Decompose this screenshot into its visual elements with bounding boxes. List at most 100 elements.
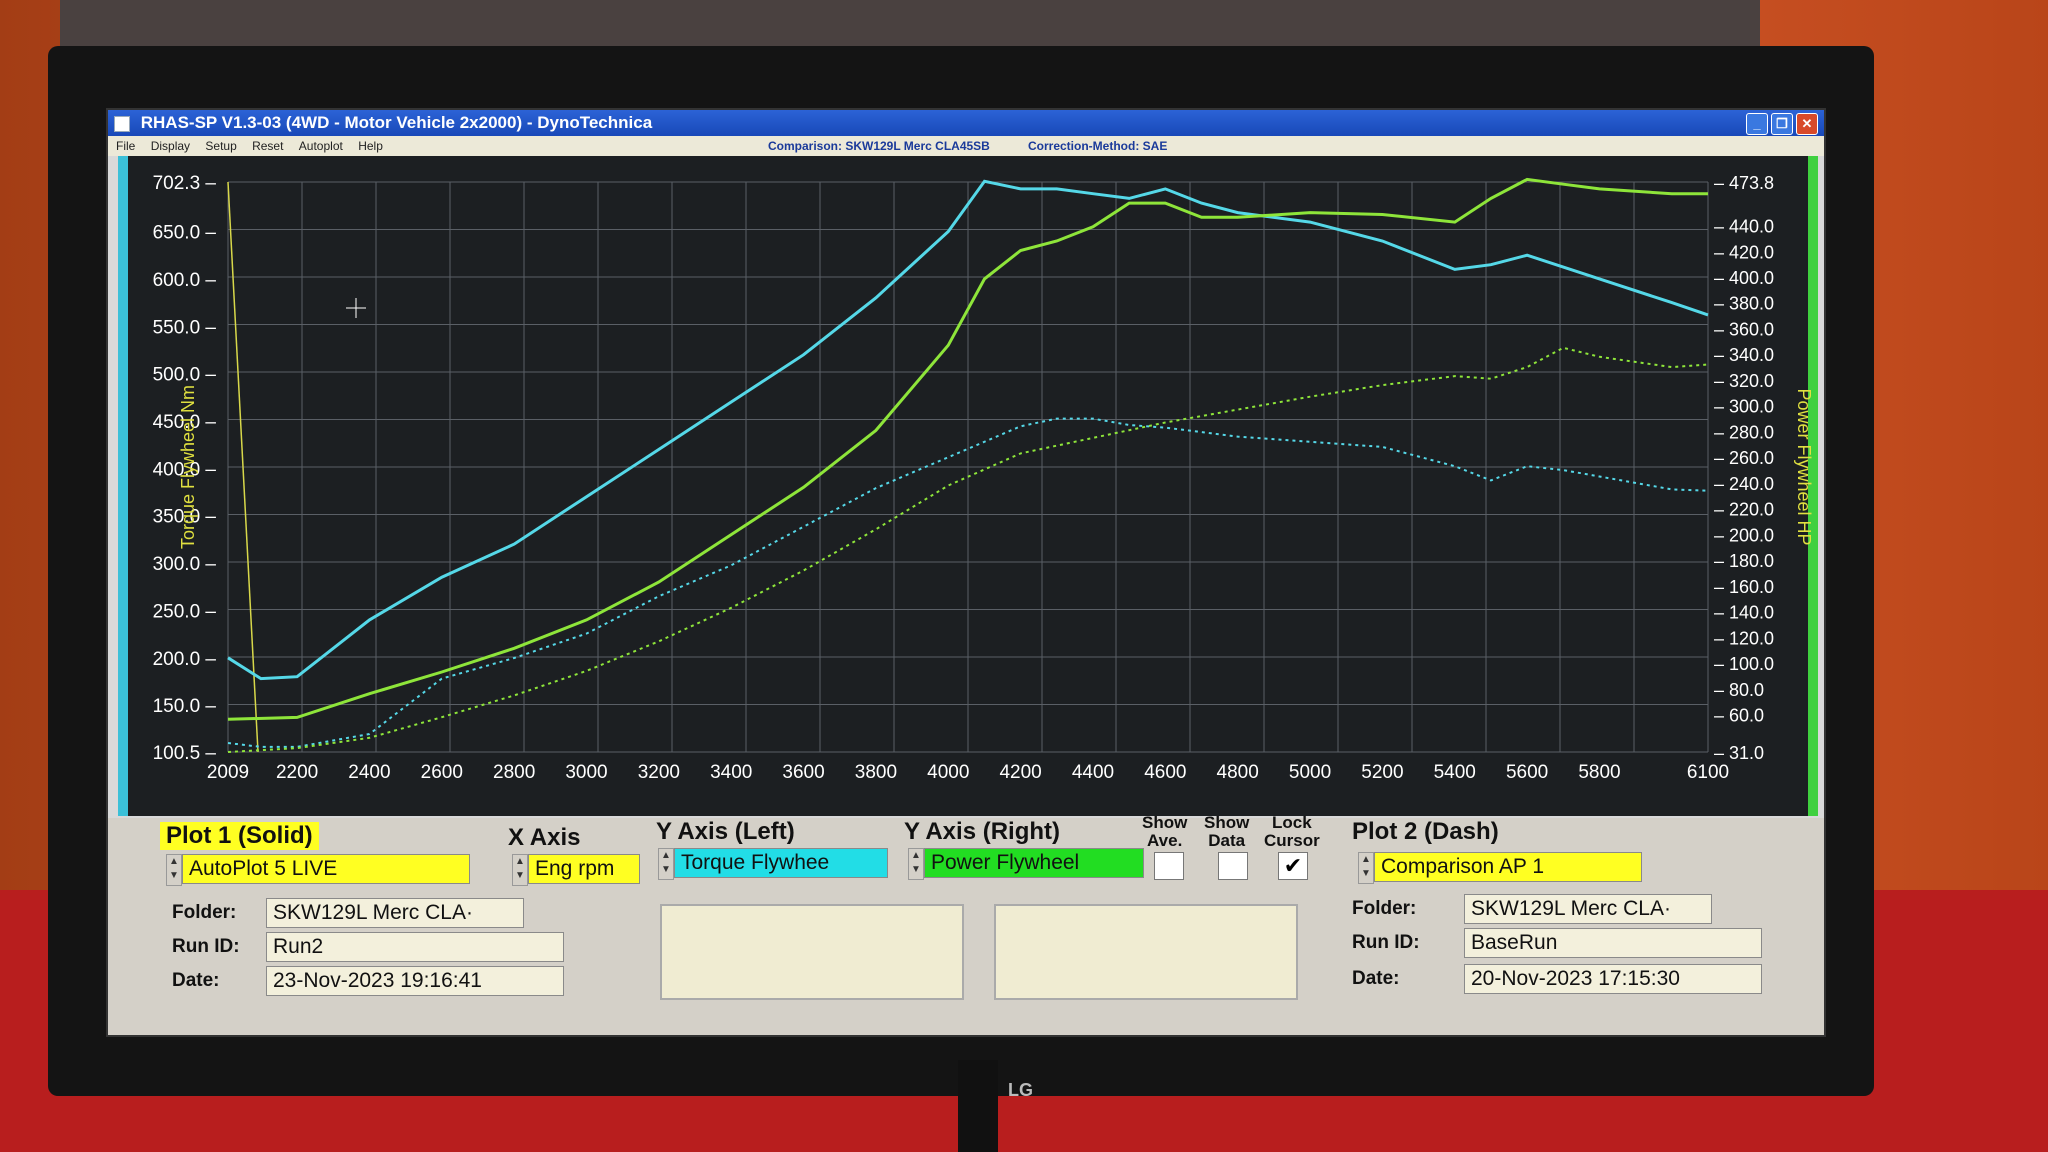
control-panel: Plot 1 (Solid) ▲ ▼ AutoPlot 5 LIVE Folder… (108, 814, 1824, 1035)
plot1-folder-field[interactable]: SKW129L Merc CLA· (266, 898, 524, 928)
x-tick-label: 3200 (638, 762, 680, 783)
y-left-tick-label: 200.0 – (153, 649, 217, 670)
y-right-tick-label: – 300.0 (1714, 397, 1774, 417)
y-right-tick-label: – 60.0 (1714, 706, 1764, 726)
y-right-tick-label: – 280.0 (1714, 422, 1774, 442)
x-axis-select[interactable]: Eng rpm (528, 854, 640, 884)
y-left-tick-label: 650.0 – (153, 223, 217, 244)
plot2-folder-field[interactable]: SKW129L Merc CLA· (1464, 894, 1712, 924)
y-right-axis-label: Power Flywheel HP (1794, 388, 1814, 545)
maximize-button[interactable]: ❐ (1771, 113, 1793, 135)
app-icon (114, 115, 130, 132)
lock-cursor-checkbox[interactable]: ✔ (1278, 852, 1308, 880)
show-data-label: Show Data (1204, 814, 1249, 850)
x-tick-label: 3000 (565, 762, 607, 783)
plot1-select[interactable]: AutoPlot 5 LIVE (182, 854, 470, 884)
x-tick-label: 6100 (1687, 762, 1729, 783)
plot2-date-label: Date: (1352, 968, 1400, 989)
plot1-date-field[interactable]: 23-Nov-2023 19:16:41 (266, 966, 564, 996)
monitor-stand (958, 1060, 998, 1152)
y-left-spinner[interactable]: ▲ ▼ (658, 848, 674, 880)
x-axis-spinner[interactable]: ▲ ▼ (512, 854, 528, 886)
show-ave-label: Show Ave. (1142, 814, 1187, 850)
menu-reset[interactable]: Reset (252, 139, 283, 153)
y-right-select[interactable]: Power Flywheel (924, 848, 1144, 878)
y-right-spinner[interactable]: ▲ ▼ (908, 848, 924, 880)
window-controls: _ ❐ ✕ (1746, 113, 1818, 135)
plot1-run-field[interactable]: Run2 (266, 932, 564, 962)
x-tick-label: 2600 (421, 762, 463, 783)
y-left-tick-label: 550.0 – (153, 317, 217, 338)
x-tick-label: 4400 (1072, 762, 1114, 783)
chart-svg: 702.3 –650.0 –600.0 –550.0 –500.0 –450.0… (153, 173, 1814, 783)
close-button[interactable]: ✕ (1796, 113, 1818, 135)
info-panel-right (994, 904, 1298, 1000)
lock-cursor-label-line1: Lock (1272, 813, 1312, 832)
plot2-date-field[interactable]: 20-Nov-2023 17:15:30 (1464, 964, 1762, 994)
menu-file[interactable]: File (116, 139, 135, 153)
y-right-tick-label: – 380.0 (1714, 294, 1774, 314)
y-right-header: Y Axis (Right) (904, 818, 1061, 845)
y-left-tick-label: 702.3 – (153, 173, 217, 194)
y-left-select[interactable]: Torque Flywhee (674, 848, 888, 878)
y-right-tick-label: – 400.0 (1714, 268, 1774, 288)
menu-display[interactable]: Display (151, 139, 190, 153)
plot1-run-label: Run ID: (172, 936, 240, 957)
y-right-tick-label: – 220.0 (1714, 500, 1774, 520)
x-tick-label: 4200 (999, 762, 1041, 783)
plot2-select[interactable]: Comparison AP 1 (1374, 852, 1642, 882)
show-ave-label-line2: Ave. (1147, 831, 1183, 850)
y-right-tick-label: – 420.0 (1714, 242, 1774, 262)
plot2-run-field[interactable]: BaseRun (1464, 928, 1762, 958)
y-left-tick-label: 100.5 – (153, 743, 217, 764)
y-left-header: Y Axis (Left) (656, 818, 795, 845)
title-bar: RHAS-SP V1.3-03 (4WD - Motor Vehicle 2x2… (108, 110, 1824, 136)
lock-cursor-label-line2: Cursor (1264, 831, 1320, 850)
y-left-tick-label: 600.0 – (153, 270, 217, 291)
app-window: RHAS-SP V1.3-03 (4WD - Motor Vehicle 2x2… (106, 108, 1826, 1037)
x-tick-label: 5800 (1578, 762, 1620, 783)
x-tick-label: 5600 (1506, 762, 1548, 783)
info-panel-left (660, 904, 964, 1000)
y-left-tick-label: 300.0 – (153, 554, 217, 575)
menu-setup[interactable]: Setup (205, 139, 236, 153)
x-tick-label: 3600 (782, 762, 824, 783)
x-tick-label: 3800 (855, 762, 897, 783)
plot1-header: Plot 1 (Solid) (160, 822, 319, 850)
x-tick-label: 5000 (1289, 762, 1331, 783)
y-right-tick-label: – 200.0 (1714, 525, 1774, 545)
y-left-tick-label: 250.0 – (153, 601, 217, 622)
x-tick-label: 5200 (1361, 762, 1403, 783)
plot1-spinner[interactable]: ▲ ▼ (166, 854, 182, 886)
show-data-label-line2: Data (1208, 831, 1246, 850)
dyno-chart[interactable]: 702.3 –650.0 –600.0 –550.0 –500.0 –450.0… (118, 156, 1818, 816)
correction-method-label: Correction-Method: SAE (1028, 139, 1168, 153)
menu-bar: File Display Setup Reset Autoplot Help C… (108, 136, 1824, 156)
show-ave-label-line1: Show (1142, 813, 1188, 832)
menu-help[interactable]: Help (358, 139, 383, 153)
show-data-checkbox[interactable] (1218, 852, 1248, 880)
monitor-brand-logo: LG (1008, 1080, 1033, 1100)
show-ave-checkbox[interactable] (1154, 852, 1184, 880)
x-tick-label: 3400 (710, 762, 752, 783)
y-right-tick-label: – 360.0 (1714, 319, 1774, 339)
x-tick-label: 2200 (276, 762, 318, 783)
x-tick-label: 5400 (1434, 762, 1476, 783)
menu-autoplot[interactable]: Autoplot (299, 139, 343, 153)
window-title: RHAS-SP V1.3-03 (4WD - Motor Vehicle 2x2… (140, 113, 653, 132)
y-left-tick-label: 500.0 – (153, 365, 217, 386)
plot2-spinner[interactable]: ▲ ▼ (1358, 852, 1374, 884)
y-right-tick-label: – 180.0 (1714, 551, 1774, 571)
y-right-tick-label: – 440.0 (1714, 217, 1774, 237)
plot2-folder-label: Folder: (1352, 898, 1417, 919)
x-tick-label: 2009 (207, 762, 249, 783)
plot2-run-label: Run ID: (1352, 932, 1420, 953)
y-right-tick-label: – 100.0 (1714, 654, 1774, 674)
minimize-button[interactable]: _ (1746, 113, 1768, 135)
y-right-tick-label: – 80.0 (1714, 680, 1764, 700)
plot1-date-label: Date: (172, 970, 220, 991)
y-right-tick-label: – 240.0 (1714, 474, 1774, 494)
y-right-tick-label: – 473.8 (1714, 173, 1774, 193)
x-axis-header: X Axis (508, 824, 581, 851)
y-right-tick-label: – 120.0 (1714, 628, 1774, 648)
